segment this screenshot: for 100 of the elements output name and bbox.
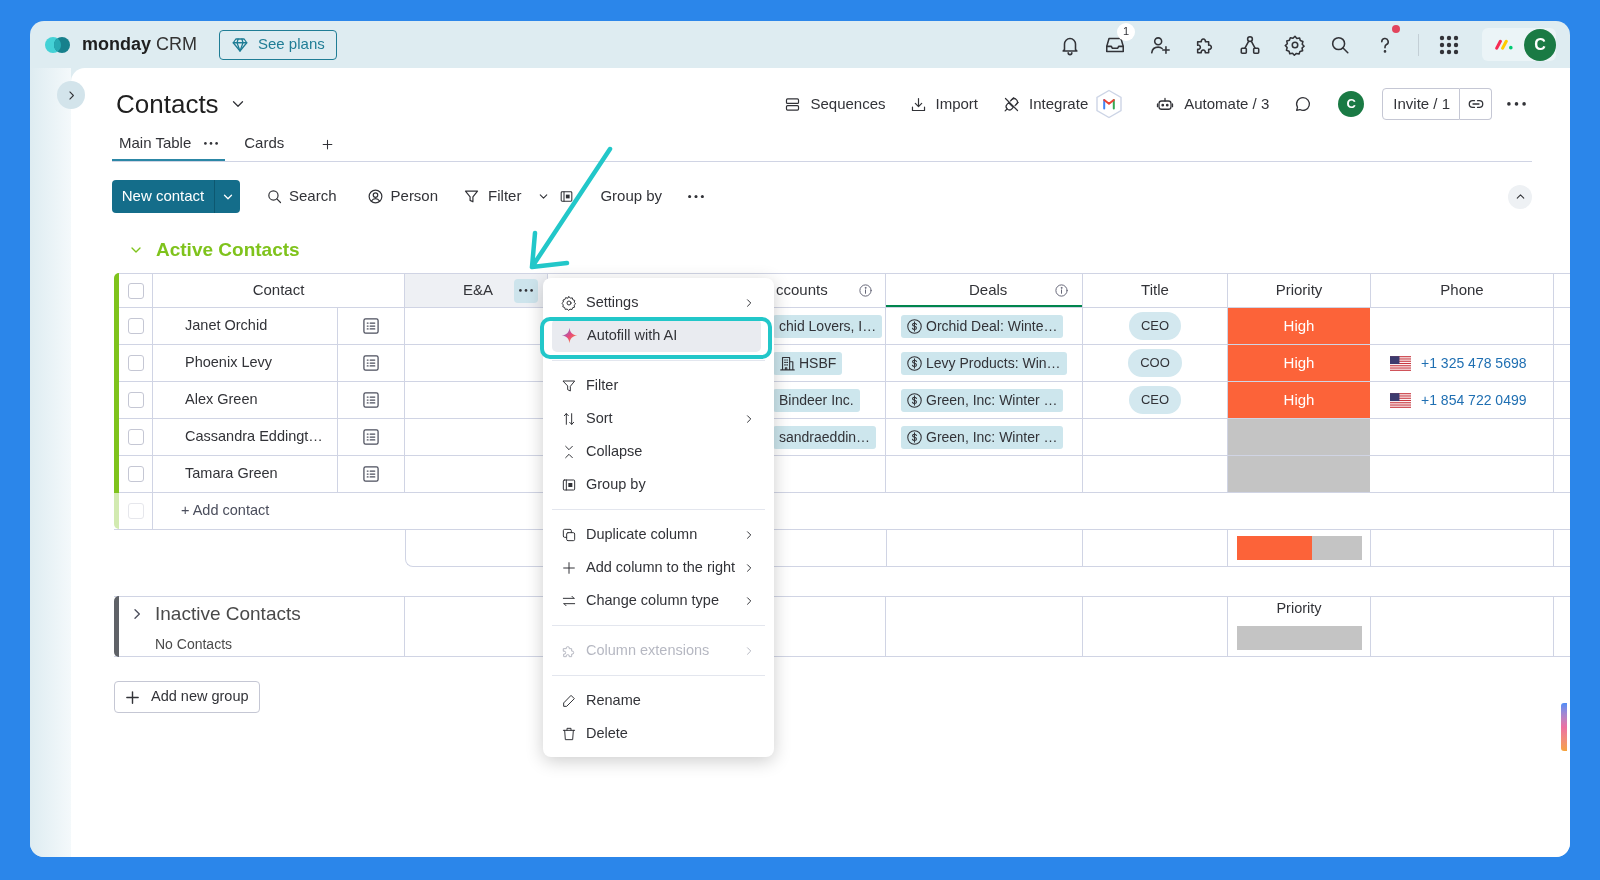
plus-icon [124, 688, 141, 706]
account-tag[interactable]: sandraeddin… [773, 425, 877, 449]
plus-icon[interactable] [321, 138, 335, 151]
deal-tag[interactable]: Orchid Deal: Winte… [901, 314, 1064, 338]
deal-tag[interactable]: Green, Inc: Winter … [901, 425, 1064, 449]
phone-link[interactable]: +1 854 722 0499 [1421, 389, 1527, 411]
column-header: Phone [1440, 280, 1484, 301]
person-circle-icon [366, 188, 384, 205]
user-avatar[interactable]: C [1338, 91, 1365, 117]
list-icon[interactable] [361, 316, 381, 336]
more-dots-icon[interactable] [688, 194, 705, 199]
invite-button[interactable]: Invite / 1 [1382, 88, 1460, 120]
settings-icon [561, 294, 577, 311]
new-contact-button[interactable]: New contact [112, 180, 214, 213]
summary-label: Priority [1276, 599, 1322, 619]
contact-name[interactable]: Cassandra Eddingt… [185, 426, 323, 448]
contact-name[interactable]: Tamara Green [185, 463, 278, 485]
sequences-button[interactable]: Sequences [784, 92, 886, 116]
download-icon [909, 95, 927, 113]
product-name: CRM [156, 33, 197, 56]
title-tag[interactable]: CEO [1128, 386, 1182, 414]
logo-icon [1494, 39, 1514, 50]
more-dots-icon[interactable] [1507, 102, 1526, 106]
dollar-circle-icon [906, 354, 923, 372]
checkbox[interactable] [127, 392, 144, 408]
search-button[interactable]: Search [266, 185, 337, 208]
account-tag[interactable]: HSBF [773, 351, 843, 375]
column-header: ccounts [776, 280, 828, 301]
checkbox[interactable] [127, 318, 144, 334]
menu-item[interactable]: Settings [552, 286, 761, 319]
menu-item[interactable]: Duplicate column [552, 518, 761, 551]
deal-tag[interactable]: Levy Products: Win… [901, 351, 1067, 375]
phone-link[interactable]: +1 325 478 5698 [1421, 352, 1527, 374]
list-icon[interactable] [361, 353, 381, 373]
dollar-circle-icon [906, 391, 923, 409]
more-dots-icon [519, 289, 533, 292]
list-icon[interactable] [361, 390, 381, 410]
nodes-icon[interactable] [1239, 33, 1261, 56]
column-header: Deals [969, 280, 1008, 301]
account-tag[interactable]: Bindeer Inc. [773, 388, 860, 412]
panel-icon [559, 189, 575, 204]
person-button[interactable]: Person [366, 185, 439, 208]
group-title[interactable]: Inactive Contacts [155, 599, 301, 629]
count-badge: 1 [1117, 22, 1135, 41]
menu-item[interactable]: Rename [552, 684, 761, 717]
contact-name[interactable]: Alex Green [185, 389, 258, 411]
brand-logo-icon[interactable] [45, 35, 71, 54]
group-by-button[interactable]: Group by [559, 185, 663, 208]
group-subtitle: No Contacts [155, 635, 233, 654]
contact-name[interactable]: Phoenix Levy [185, 352, 273, 374]
contact-name[interactable]: Janet Orchid [185, 315, 268, 337]
view-tab[interactable]: Cards [237, 128, 292, 161]
copy-link-button[interactable] [1460, 88, 1492, 120]
brand-name: monday [82, 33, 151, 56]
integrate-button[interactable]: Integrate [1003, 92, 1089, 116]
checkbox[interactable] [127, 466, 144, 482]
list-icon[interactable] [361, 427, 381, 447]
menu-item[interactable]: Autofill with AI [552, 319, 761, 352]
column-header: Title [1141, 280, 1169, 301]
view-tab[interactable]: Main Table [112, 128, 226, 161]
sparkle-icon [561, 327, 578, 344]
crossed-plug-icon [1003, 95, 1020, 113]
filter-icon [561, 377, 577, 394]
title-tag[interactable]: CEO [1128, 312, 1182, 340]
us-flag-icon [1390, 392, 1411, 408]
checkbox[interactable] [127, 355, 144, 371]
deal-tag[interactable]: Green, Inc: Winter … [901, 388, 1064, 412]
add-group-button[interactable]: Add new group [114, 681, 260, 713]
user-avatar[interactable]: C [1524, 28, 1556, 61]
search-icon [266, 188, 283, 205]
checkbox[interactable] [127, 282, 144, 299]
list-icon[interactable] [361, 464, 381, 484]
collapse-button[interactable] [1508, 184, 1532, 209]
menu-item[interactable]: Add column to the right [552, 551, 761, 584]
menu-item[interactable]: Sort [552, 402, 761, 435]
chat-bubble-icon[interactable] [1294, 95, 1313, 113]
import-button[interactable]: Import [909, 92, 978, 116]
menu-item[interactable]: Group by [552, 468, 761, 501]
menu-item[interactable]: Collapse [552, 435, 761, 468]
settings-icon[interactable] [1284, 33, 1306, 56]
checkbox[interactable] [127, 429, 144, 445]
filter-button[interactable]: Filter [463, 185, 551, 208]
menu-item[interactable]: Delete [552, 717, 761, 750]
info-icon[interactable] [1054, 283, 1069, 298]
gradient-handle-icon[interactable] [1561, 703, 1567, 751]
menu-item[interactable]: Change column type [552, 584, 761, 617]
apps-grid-icon[interactable] [1439, 34, 1459, 55]
account-tag[interactable]: chid Lovers, I… [773, 314, 883, 338]
building-icon [779, 354, 796, 372]
see-plans-button[interactable]: See plans [219, 29, 337, 60]
dropdown-button[interactable] [214, 180, 240, 213]
title-tag[interactable]: COO [1128, 349, 1182, 377]
info-icon[interactable] [858, 283, 873, 298]
column-menu-button[interactable] [514, 278, 538, 303]
diamond-icon [231, 35, 249, 54]
automate-button[interactable]: Automate / 3 [1156, 92, 1270, 116]
filter-icon [463, 188, 481, 205]
sort-arrows-icon [561, 410, 577, 427]
dollar-circle-icon [906, 317, 923, 335]
menu-item[interactable]: Filter [552, 369, 761, 402]
